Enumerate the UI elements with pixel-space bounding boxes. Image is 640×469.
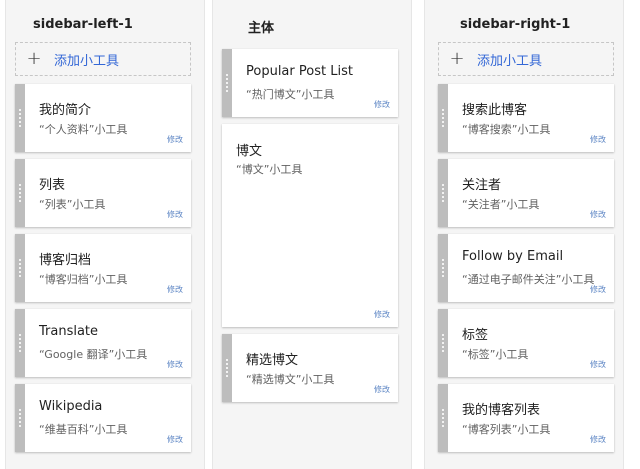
widget-title: 列表 [39,178,66,193]
drag-handle-icon[interactable] [15,384,25,452]
widget-card[interactable]: 精选博文 “精选博文”小工具 修改 [222,334,398,402]
edit-link[interactable]: 修改 [374,99,390,110]
sidebar-right-column: sidebar-right-1 + 添加小工具 搜索此博客 “博客搜索”小工具 … [424,0,624,469]
drag-handle-icon[interactable] [222,334,232,402]
widget-card[interactable]: 标签 “标签”小工具 修改 [438,309,614,377]
widget-title: 精选博文 [246,353,299,368]
drag-handle-icon[interactable] [15,159,25,227]
widget-subtitle: “列表”小工具 [39,198,106,211]
edit-link[interactable]: 修改 [167,134,183,145]
widget-title: 关注者 [462,178,502,193]
widget-card[interactable]: Popular Post List “热门博文”小工具 修改 [222,49,398,117]
drag-handle-icon[interactable] [438,84,448,152]
widget-subtitle: “精选博文”小工具 [246,373,335,386]
edit-link[interactable]: 修改 [167,434,183,445]
column-title: sidebar-left-1 [33,17,133,32]
widget-subtitle: “博客列表”小工具 [462,423,551,436]
edit-link[interactable]: 修改 [167,209,183,220]
widget-title: 我的简介 [39,103,92,118]
edit-link[interactable]: 修改 [167,284,183,295]
drag-handle-icon[interactable] [438,159,448,227]
widget-subtitle: “博文”小工具 [236,163,303,176]
edit-link[interactable]: 修改 [167,359,183,370]
widget-title: 博文 [236,144,263,159]
column-title: 主体 [248,21,275,36]
widget-card[interactable]: 博客归档 “博客归档”小工具 修改 [15,234,191,302]
widget-card[interactable]: 我的简介 “个人资料”小工具 修改 [15,84,191,152]
drag-handle-icon[interactable] [438,309,448,377]
widget-title: 博客归档 [39,253,92,268]
drag-handle-icon[interactable] [15,309,25,377]
plus-icon: + [449,48,465,69]
add-widget-label: 添加小工具 [54,53,120,69]
widget-subtitle: “个人资料”小工具 [39,123,128,136]
widget-card[interactable]: Wikipedia “维基百科”小工具 修改 [15,384,191,452]
widget-card[interactable]: Follow by Email “通过电子邮件关注”小工具 修改 [438,234,614,302]
widget-card[interactable]: Translate “Google 翻译”小工具 修改 [15,309,191,377]
widget-title: Popular Post List [246,64,353,79]
drag-handle-icon[interactable] [15,84,25,152]
widget-card[interactable]: 搜索此博客 “博客搜索”小工具 修改 [438,84,614,152]
widget-subtitle: “博客搜索”小工具 [462,123,551,136]
sidebar-left-column: sidebar-left-1 + 添加小工具 我的简介 “个人资料”小工具 修改… [5,0,205,469]
main-column: 主体 Popular Post List “热门博文”小工具 修改 博文 “博文… [212,0,412,469]
drag-handle-icon[interactable] [222,49,232,117]
widget-subtitle: “标签”小工具 [462,348,529,361]
column-title: sidebar-right-1 [460,17,571,32]
widget-card[interactable]: 列表 “列表”小工具 修改 [15,159,191,227]
edit-link[interactable]: 修改 [590,134,606,145]
edit-link[interactable]: 修改 [590,359,606,370]
widget-title: 我的博客列表 [462,403,541,418]
drag-handle-icon[interactable] [438,384,448,452]
plus-icon: + [26,48,42,69]
widget-title: Translate [39,324,99,339]
edit-link[interactable]: 修改 [374,384,390,395]
widget-subtitle: “热门博文”小工具 [246,88,335,101]
widget-subtitle: “关注者”小工具 [462,198,540,211]
edit-link[interactable]: 修改 [590,434,606,445]
add-widget-button[interactable]: + 添加小工具 [15,42,191,76]
widget-subtitle: “博客归档”小工具 [39,273,128,286]
widget-subtitle: “通过电子邮件关注”小工具 [462,273,595,286]
edit-link[interactable]: 修改 [590,209,606,220]
widget-title: Wikipedia [39,399,103,414]
widget-title: 标签 [462,328,489,343]
widget-title: 搜索此博客 [462,103,528,118]
add-widget-label: 添加小工具 [477,53,543,69]
widget-subtitle: “Google 翻译”小工具 [39,348,148,361]
widget-card[interactable]: 我的博客列表 “博客列表”小工具 修改 [438,384,614,452]
widget-card[interactable]: 博文 “博文”小工具 修改 [222,124,398,327]
drag-handle-icon[interactable] [15,234,25,302]
widget-subtitle: “维基百科”小工具 [39,423,128,436]
widget-title: Follow by Email [462,249,564,264]
widget-card[interactable]: 关注者 “关注者”小工具 修改 [438,159,614,227]
add-widget-button[interactable]: + 添加小工具 [438,42,614,76]
edit-link[interactable]: 修改 [374,309,390,320]
edit-link[interactable]: 修改 [590,284,606,295]
drag-handle-icon[interactable] [438,234,448,302]
